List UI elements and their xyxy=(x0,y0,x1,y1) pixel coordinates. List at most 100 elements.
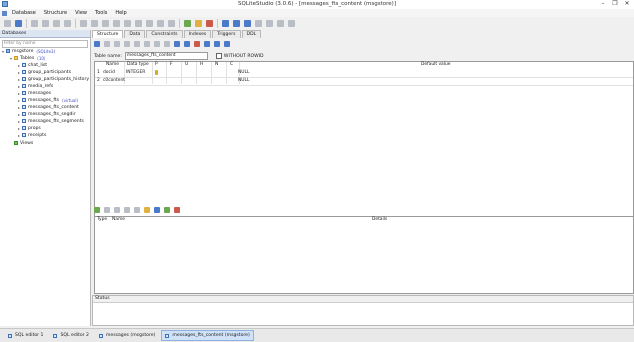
sql-editor-icon[interactable] xyxy=(222,19,229,27)
constraint-down-icon[interactable] xyxy=(214,41,220,47)
new-view-icon[interactable] xyxy=(184,19,191,27)
col-header-details[interactable]: Details xyxy=(372,217,387,223)
maximize-button[interactable]: ❐ xyxy=(610,0,620,8)
constraints-grid: Type Name Details xyxy=(94,216,634,294)
tab-indexes[interactable]: Indexes xyxy=(183,30,212,38)
col-header-cname[interactable]: Name xyxy=(112,217,125,223)
add-db-icon[interactable] xyxy=(31,19,38,27)
edit-db-icon[interactable] xyxy=(42,19,49,27)
tab-constraints[interactable]: Constraints xyxy=(146,30,183,38)
add-check-icon[interactable] xyxy=(174,207,180,213)
tree-table-item[interactable]: ▸ chat_list xyxy=(18,62,47,68)
add-constraint-icon[interactable] xyxy=(94,207,100,213)
add-fk-icon[interactable] xyxy=(154,207,160,213)
tree-table-item[interactable]: ▸ messages xyxy=(18,90,51,96)
minimize-button[interactable]: – xyxy=(598,0,608,8)
drop-table-icon[interactable] xyxy=(102,19,109,27)
tree-views-folder[interactable]: Views xyxy=(14,140,33,146)
add-pk-icon[interactable] xyxy=(144,207,150,213)
rollback-icon[interactable] xyxy=(114,41,120,47)
constraint-down-icon[interactable] xyxy=(134,207,140,213)
edit-constraint-icon[interactable] xyxy=(184,41,190,47)
tree-table-item[interactable]: ▸ receipts xyxy=(18,132,46,138)
tree-table-item[interactable]: ▸ messages_fts (virtual) xyxy=(18,97,78,103)
menu-structure[interactable]: Structure xyxy=(40,10,71,16)
add-unique-icon[interactable] xyxy=(164,207,170,213)
constraint-up-icon[interactable] xyxy=(124,207,130,213)
col-header-unique[interactable]: U xyxy=(185,62,188,68)
collations-icon[interactable] xyxy=(277,19,284,27)
col-header-name[interactable]: Name xyxy=(106,62,119,68)
tree-tables-folder[interactable]: ▾ Tables (10) xyxy=(10,55,46,61)
add-column-icon[interactable] xyxy=(124,41,130,47)
menu-tools[interactable]: Tools xyxy=(91,10,111,16)
col-header-pk[interactable]: P xyxy=(155,62,158,68)
add-constraint-icon[interactable] xyxy=(174,41,180,47)
create-similar-icon[interactable] xyxy=(224,41,230,47)
new-index-icon[interactable] xyxy=(113,19,120,27)
import-icon[interactable] xyxy=(288,19,295,27)
col-header-collate[interactable]: C xyxy=(230,62,233,68)
tree-table-item[interactable]: ▸ group_participants xyxy=(18,69,71,75)
refresh-icon[interactable] xyxy=(64,19,71,27)
edit-index-icon[interactable] xyxy=(124,19,131,27)
tree-db-msgstore[interactable]: ▾ msgstore (SQLite3) xyxy=(2,48,55,54)
col-header-fk[interactable]: F xyxy=(170,62,173,68)
tab-structure[interactable]: Structure xyxy=(92,30,124,38)
tab-ddl[interactable]: DDL xyxy=(241,30,262,38)
drop-trigger-icon[interactable] xyxy=(168,19,175,27)
drop-view-icon[interactable] xyxy=(206,19,213,27)
menu-view[interactable]: View xyxy=(71,10,91,16)
table-name-input[interactable]: messages_fts_content xyxy=(124,52,208,60)
tile-windows-icon[interactable] xyxy=(233,19,240,27)
col-header-check[interactable]: H xyxy=(200,62,203,68)
tab-triggers[interactable]: Triggers xyxy=(212,30,241,38)
filter-input[interactable]: Filter by name xyxy=(2,40,88,48)
col-header-datatype[interactable]: Data type xyxy=(127,62,149,68)
commit-icon[interactable] xyxy=(104,41,110,47)
drop-index-icon[interactable] xyxy=(135,19,142,27)
task-messages-fts-content[interactable]: messages_fts_content (msgstore) xyxy=(161,330,254,341)
delete-constraint-icon[interactable] xyxy=(114,207,120,213)
task-messages[interactable]: messages (msgstore) xyxy=(95,330,160,341)
tab-data[interactable]: Data xyxy=(124,30,146,38)
move-down-icon[interactable] xyxy=(164,41,170,47)
tree-table-item[interactable]: ▸ messages_fts_segdir xyxy=(18,111,76,117)
tree-table-item[interactable]: ▸ group_participants_history xyxy=(18,76,89,82)
remove-db-icon[interactable] xyxy=(53,19,60,27)
functions-icon[interactable] xyxy=(266,19,273,27)
tree-table-item[interactable]: ▸ props xyxy=(18,125,41,131)
table-name-label: Table name: xyxy=(94,53,122,59)
constraint-up-icon[interactable] xyxy=(204,41,210,47)
move-up-icon[interactable] xyxy=(154,41,160,47)
new-trigger-icon[interactable] xyxy=(146,19,153,27)
table-icon xyxy=(22,119,26,123)
col-header-type[interactable]: Type xyxy=(97,217,107,223)
delete-constraint-icon[interactable] xyxy=(194,41,200,47)
task-sql-editor-1[interactable]: SQL editor 1 xyxy=(4,330,47,341)
cascade-windows-icon[interactable] xyxy=(244,19,251,27)
edit-constraint-icon[interactable] xyxy=(104,207,110,213)
edit-trigger-icon[interactable] xyxy=(157,19,164,27)
edit-column-icon[interactable] xyxy=(134,41,140,47)
close-button[interactable]: ✕ xyxy=(622,0,632,8)
without-rowid-checkbox[interactable] xyxy=(215,53,222,59)
tree-table-item[interactable]: ▸ messages_fts_content xyxy=(18,104,79,110)
tree-table-item[interactable]: ▸ media_refs xyxy=(18,83,53,89)
refresh-structure-icon[interactable] xyxy=(94,41,100,47)
status-header: Status xyxy=(93,296,633,303)
task-sql-editor-2[interactable]: SQL editor 2 xyxy=(49,330,92,341)
connect-db-icon[interactable] xyxy=(4,19,11,27)
disconnect-db-icon[interactable] xyxy=(15,19,22,27)
menu-database[interactable]: Database xyxy=(8,10,40,16)
new-table-icon[interactable] xyxy=(80,19,87,27)
col-header-notnull[interactable]: N xyxy=(215,62,218,68)
settings-icon[interactable] xyxy=(255,19,262,27)
edit-table-icon[interactable] xyxy=(91,19,98,27)
col-header-default[interactable]: Default value xyxy=(421,62,450,68)
delete-column-icon[interactable] xyxy=(144,41,150,47)
table-row[interactable]: 2 c0content NULL xyxy=(95,77,633,86)
tree-table-item[interactable]: ▸ messages_fts_segments xyxy=(18,118,84,124)
edit-view-icon[interactable] xyxy=(195,19,202,27)
menu-help[interactable]: Help xyxy=(111,10,130,16)
